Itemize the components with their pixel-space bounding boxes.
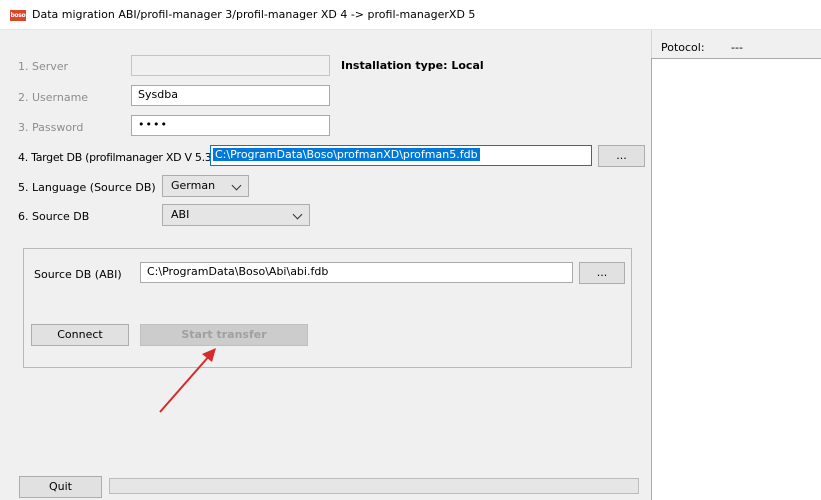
window-title: Data migration ABI/profil-manager 3/prof… [32,8,476,21]
source-db-value: ABI [171,208,190,221]
source-group-box: Source DB (ABI) C:\ProgramData\Boso\Abi\… [23,248,632,368]
group-source-path-field[interactable]: C:\ProgramData\Boso\Abi\abi.fdb [140,262,573,283]
source-db-label: 6. Source DB [18,210,90,223]
target-db-label: 4. Target DB (profilmanager XD V 5.3) [18,151,216,164]
server-field [131,55,330,76]
chevron-down-icon [292,209,303,220]
title-bar: boso Data migration ABI/profil-manager 3… [0,0,821,30]
username-label: 2. Username [18,91,89,104]
app-icon: boso [10,10,26,21]
server-label: 1. Server [18,60,69,73]
username-field[interactable]: Sysdba [131,85,330,106]
password-field[interactable]: •••• [131,115,330,136]
protocol-label: Potocol: [661,41,705,54]
protocol-separator [651,30,652,58]
target-db-browse-button[interactable]: ... [598,145,645,167]
protocol-status: --- [731,41,743,54]
group-source-label: Source DB (ABI) [34,268,122,281]
language-label: 5. Language (Source DB) [18,181,156,194]
quit-button[interactable]: Quit [19,476,102,498]
language-dropdown[interactable]: German [162,175,249,197]
target-db-field[interactable]: C:\ProgramData\Boso\profmanXD\profman5.f… [210,145,592,166]
chevron-down-icon [231,180,242,191]
group-source-browse-button[interactable]: ... [579,262,625,284]
protocol-log-panel[interactable] [651,58,821,500]
language-value: German [171,179,216,192]
target-db-value: C:\ProgramData\Boso\profmanXD\profman5.f… [213,148,480,161]
annotation-arrow-icon [159,348,216,413]
source-db-dropdown[interactable]: ABI [162,204,310,226]
progress-bar [109,478,639,494]
password-label: 3. Password [18,121,84,134]
connect-button[interactable]: Connect [31,324,129,346]
installation-type-label: Installation type: Local [341,59,484,72]
